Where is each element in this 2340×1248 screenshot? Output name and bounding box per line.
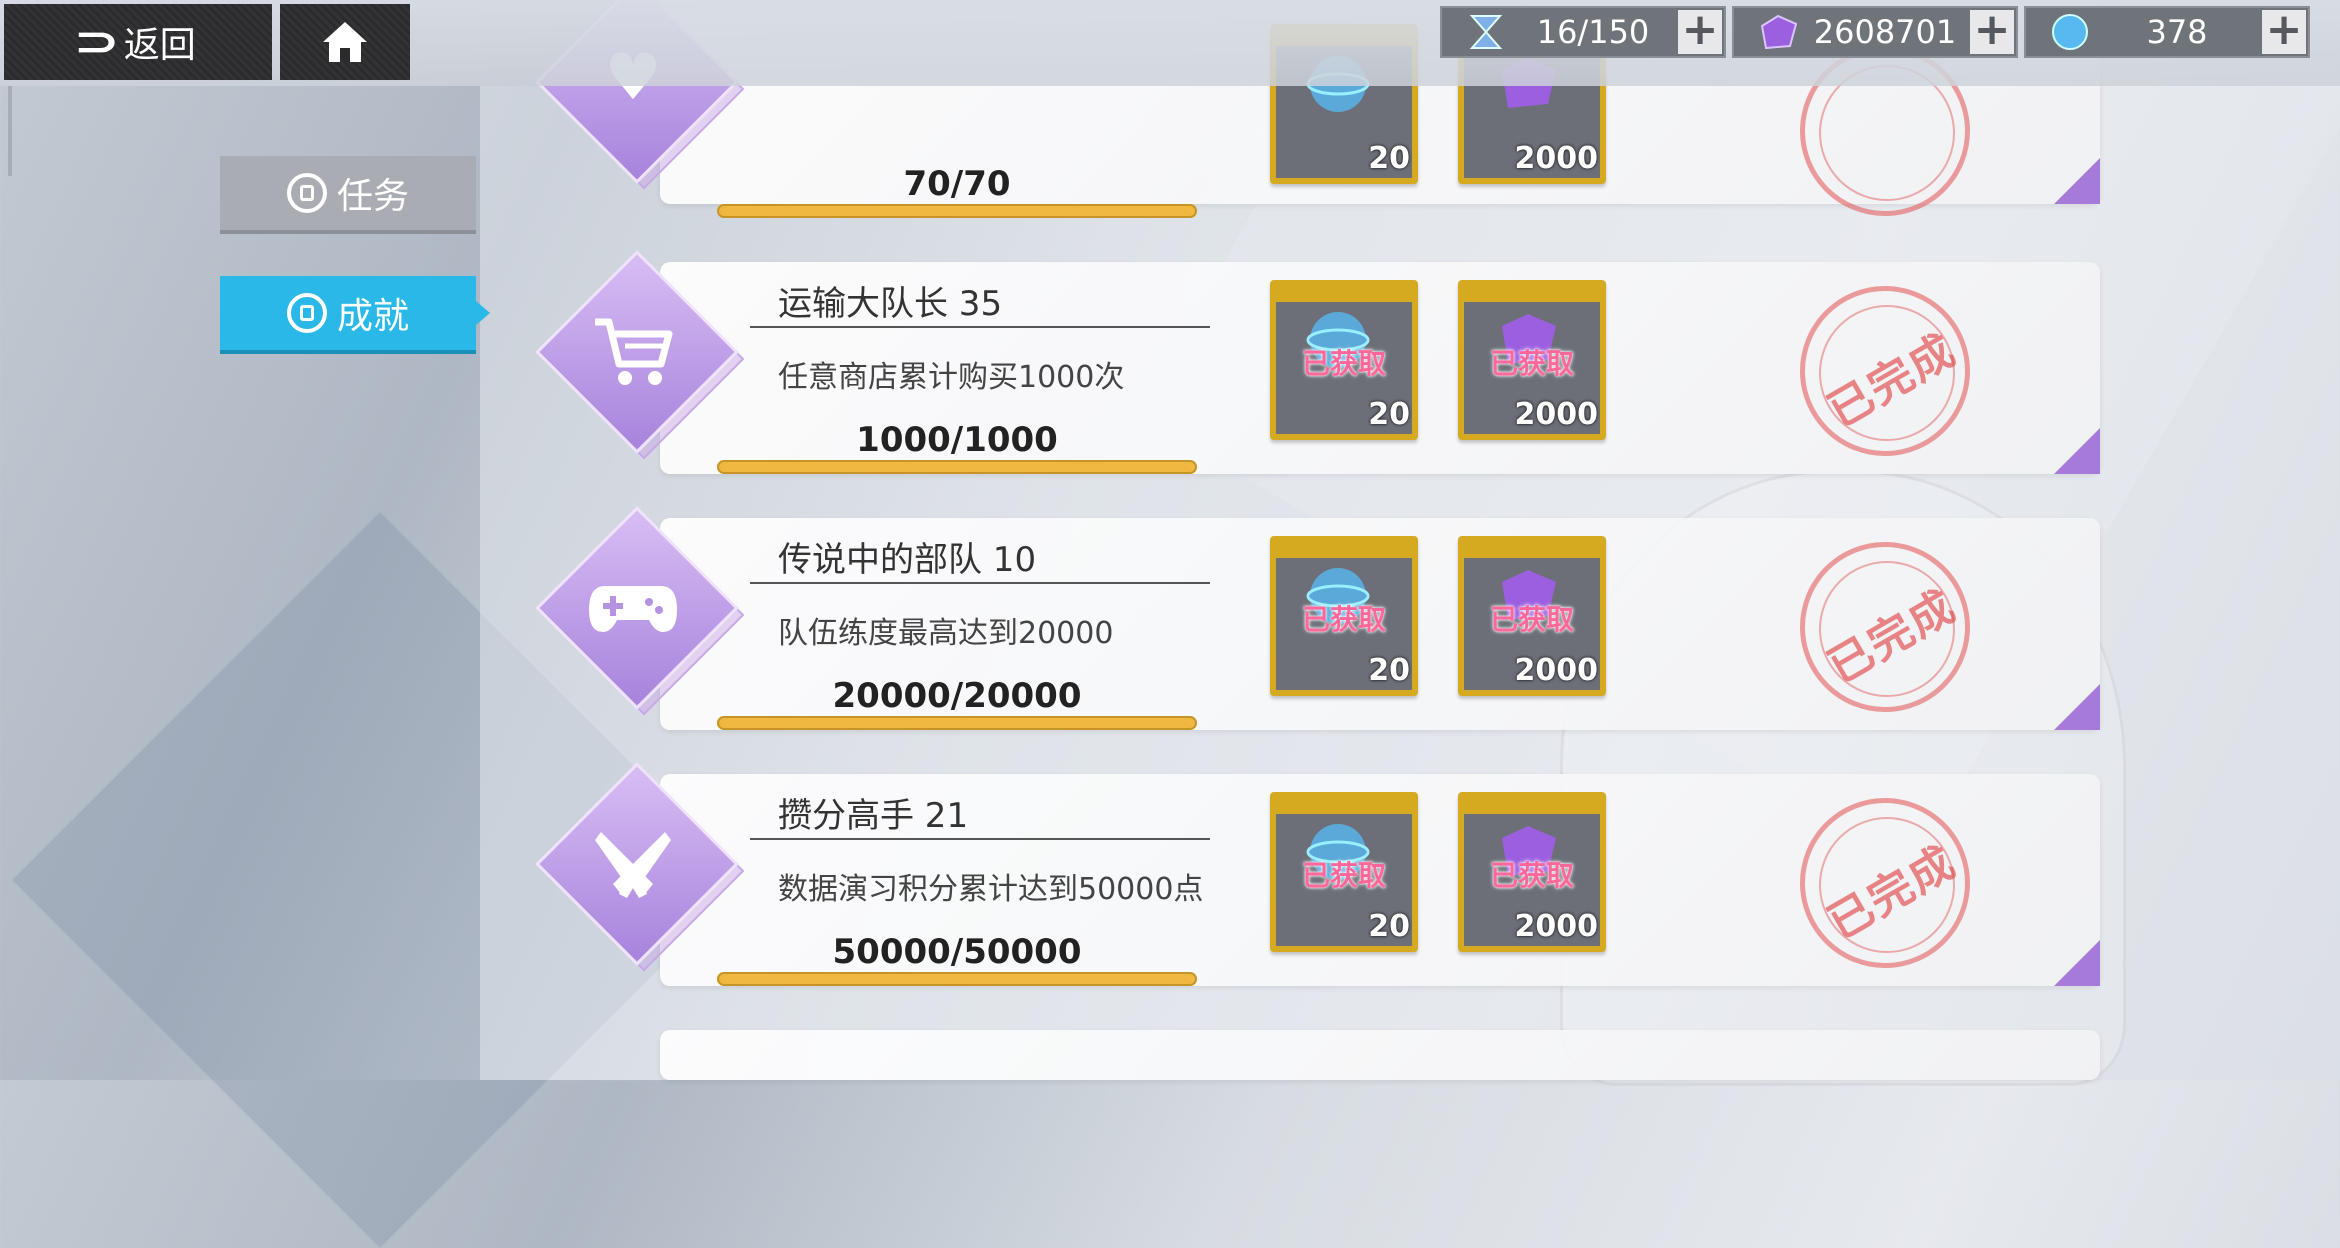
obtained-label: 已获取	[1489, 347, 1574, 380]
reward-item[interactable]: 已获取 2000	[1458, 792, 1606, 952]
obtained-label: 已获取	[1301, 603, 1386, 636]
home-icon	[323, 22, 367, 62]
achievement-card	[660, 1030, 2100, 1080]
medal-icon	[286, 293, 327, 333]
resource-stamina: 16/150 +	[1440, 6, 1726, 58]
progress-bar	[717, 716, 1197, 730]
hourglass-icon	[1469, 15, 1503, 49]
back-arrow-icon: ⊃	[73, 19, 121, 65]
corner-mark	[2054, 940, 2100, 986]
divider	[750, 326, 1210, 328]
tab-task-label: 任务	[336, 176, 409, 217]
stamina-value: 16/150	[1536, 13, 1650, 51]
obtained-label: 已获取	[1489, 859, 1574, 892]
achievement-desc: 队伍练度最高达到20000	[778, 616, 1114, 651]
achievement-title: 传说中的部队 10	[778, 540, 1037, 580]
progress-text: 20000/20000	[832, 676, 1082, 716]
add-stamina-button[interactable]: +	[1678, 8, 1722, 54]
achievement-title: 攒分高手 21	[778, 796, 969, 836]
completed-stamp: 已完成	[1800, 286, 1970, 456]
tab-task[interactable]: 任务	[220, 156, 476, 230]
obtained-label: 已获取	[1301, 347, 1386, 380]
reward-count: 2000	[1514, 397, 1599, 432]
reward-count: 2000	[1514, 653, 1599, 688]
progress-text: 50000/50000	[832, 932, 1082, 972]
add-crystal-button[interactable]: +	[1970, 8, 2014, 54]
reward-item[interactable]: 已获取 20	[1270, 792, 1418, 952]
reward-item[interactable]: 已获取 2000	[1458, 280, 1606, 440]
reward-count: 2000	[1514, 909, 1599, 944]
completed-stamp: 已完成	[1800, 542, 1970, 712]
resource-crystal: 2608701 +	[1732, 6, 2018, 58]
reward-count: 20	[1368, 141, 1410, 176]
orb-value: 378	[2146, 13, 2208, 51]
reward-item[interactable]: 已获取 20	[1270, 280, 1418, 440]
clipboard-icon	[286, 173, 327, 213]
progress-bar	[717, 460, 1197, 474]
progress-text: 70/70	[903, 164, 1011, 204]
divider	[750, 838, 1210, 840]
achievement-desc: 数据演习积分累计达到50000点	[778, 872, 1204, 907]
reward-item[interactable]: 已获取 2000	[1458, 536, 1606, 696]
corner-mark	[2054, 428, 2100, 474]
reward-count: 20	[1368, 397, 1410, 432]
obtained-label: 已获取	[1301, 859, 1386, 892]
resource-orb: 378 +	[2024, 6, 2310, 58]
reward-count: 20	[1368, 653, 1410, 688]
gamepad-icon	[589, 586, 677, 632]
tab-achievement[interactable]: 成就	[220, 276, 490, 350]
progress-text: 1000/1000	[856, 420, 1058, 460]
divider	[750, 582, 1210, 584]
achievement-desc: 任意商店累计购买1000次	[778, 360, 1125, 395]
corner-mark	[2054, 684, 2100, 730]
back-button[interactable]: ⊃ 返回	[4, 4, 272, 80]
crystal-value: 2608701	[1813, 13, 1957, 51]
reward-item[interactable]: 已获取 20	[1270, 536, 1418, 696]
scrollbar[interactable]	[8, 86, 12, 176]
completed-stamp: 已完成	[1800, 798, 1970, 968]
achievement-title: 运输大队长 35	[778, 284, 1003, 324]
reward-count: 2000	[1514, 141, 1599, 176]
progress-bar	[717, 204, 1197, 218]
blue-orb-icon	[2052, 14, 2088, 50]
tab-achievement-label: 成就	[336, 296, 409, 337]
obtained-label: 已获取	[1489, 603, 1574, 636]
add-orb-button[interactable]: +	[2262, 8, 2306, 54]
progress-bar	[717, 972, 1197, 986]
purple-gem-icon	[1760, 14, 1798, 50]
crossed-guns-icon	[595, 832, 671, 898]
corner-mark	[2054, 158, 2100, 204]
reward-count: 20	[1368, 909, 1410, 944]
cart-icon	[595, 318, 673, 385]
home-button[interactable]	[280, 4, 410, 80]
back-label: 返回	[123, 25, 196, 66]
